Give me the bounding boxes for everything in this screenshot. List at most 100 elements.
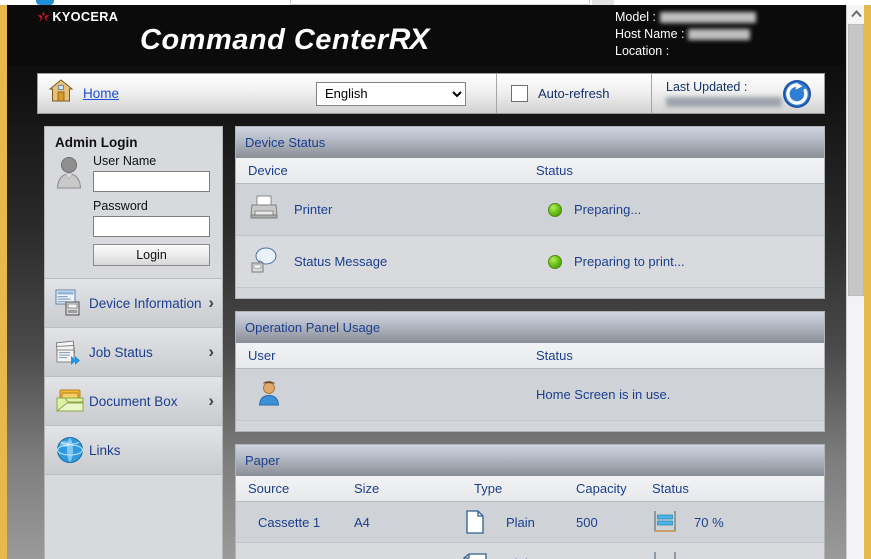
scrollbar-track[interactable] <box>847 297 864 559</box>
admin-login-fields: User Name Password Login <box>89 154 212 266</box>
home-nav-cell[interactable]: Home <box>38 74 316 113</box>
column-header-user: User <box>248 348 276 363</box>
sidebar-item-label: Links <box>89 442 121 458</box>
login-button[interactable]: Login <box>93 244 210 266</box>
status-led <box>536 254 574 269</box>
kyocera-logo-mark-icon <box>37 10 50 24</box>
device-metadata: Model : Host Name : Location : <box>615 9 756 60</box>
device-status-cell-name: Status Message <box>236 244 536 279</box>
page-background: KYOCERA Command Center RX Model : Host N… <box>7 5 864 559</box>
scrollbar-thumb[interactable] <box>848 24 864 296</box>
paper-size-label: A4-R <box>354 556 444 559</box>
scrollbar-up-arrow[interactable] <box>847 5 864 23</box>
sidebar-item-links[interactable]: Links <box>45 426 222 475</box>
username-label: User Name <box>93 154 157 168</box>
device-model-row: Model : <box>615 9 756 26</box>
paper-portrait-icon <box>444 510 506 534</box>
product-title-main: Command Center <box>140 24 389 56</box>
links-globe-icon <box>55 435 85 465</box>
user-avatar-icon <box>55 154 83 266</box>
device-status-column-headers: Device Status <box>236 158 824 184</box>
admin-login-panel: Admin Login User Name Password Login <box>45 127 222 276</box>
kyocera-logo-wordmark: KYOCERA <box>52 10 119 24</box>
home-icon <box>48 78 74 109</box>
vertical-scrollbar[interactable] <box>846 5 864 559</box>
column-header-capacity: Capacity <box>576 481 627 496</box>
admin-login-body: User Name Password Login <box>55 154 212 266</box>
paper-type-label: Plain <box>506 514 535 530</box>
chevron-right-icon: › <box>208 293 214 312</box>
last-updated-cell: Last Updated : <box>651 74 824 113</box>
device-hostname-label: Host Name : <box>615 27 685 41</box>
last-updated-stack: Last Updated : <box>666 80 782 107</box>
username-input[interactable] <box>93 171 210 192</box>
password-label: Password <box>93 199 148 213</box>
auto-refresh-cell[interactable]: Auto-refresh <box>496 74 651 113</box>
paper-column-headers: Source Size Type Capacity Status <box>236 476 824 502</box>
column-header-type: Type <box>474 481 503 496</box>
sidebar-empty-area <box>45 475 222 559</box>
paper-level-30-icon <box>646 550 694 559</box>
table-row[interactable]: Printer Preparing... <box>236 184 824 236</box>
column-header-size: Size <box>354 481 380 496</box>
operation-panel-status-text: Home Screen is in use. <box>536 387 671 402</box>
language-select[interactable]: English <box>316 81 466 106</box>
paper-landscape-icon <box>444 553 506 559</box>
home-link[interactable]: Home <box>83 86 119 101</box>
app-banner: KYOCERA Command Center RX Model : Host N… <box>7 5 846 65</box>
sidebar-item-label: Job Status <box>89 344 153 360</box>
column-header-device: Device <box>248 163 288 178</box>
paper-panel-title: Paper <box>236 445 824 476</box>
panel-footer <box>236 288 824 298</box>
device-model-value-redacted <box>660 12 756 23</box>
paper-type-label: Plain <box>506 556 576 559</box>
refresh-icon[interactable] <box>782 79 812 109</box>
document-box-icon <box>55 386 85 416</box>
device-status-cell-name: Printer <box>236 192 536 227</box>
column-header-status: Status <box>536 163 573 178</box>
status-message-icon <box>248 244 280 279</box>
kyocera-logo: KYOCERA <box>37 10 118 24</box>
auto-refresh-checkbox[interactable] <box>511 85 528 102</box>
paper-source-label: Cassette 1 <box>258 514 321 530</box>
paper-level-70-icon <box>646 509 694 535</box>
password-input[interactable] <box>93 216 210 237</box>
sidebar-item-device-information[interactable]: Device Information › <box>45 279 222 328</box>
device-information-icon <box>55 288 85 318</box>
operation-panel-user-cell <box>236 380 536 409</box>
operation-panel-usage-panel: Operation Panel Usage User Status Home S… <box>235 311 825 432</box>
last-updated-value-redacted <box>666 97 782 107</box>
table-row[interactable]: Home Screen is in use. <box>236 369 824 421</box>
chevron-right-icon: › <box>208 342 214 361</box>
paper-capacity-label: 500 <box>576 556 646 559</box>
table-row[interactable]: Status Message Preparing to print... <box>236 236 824 288</box>
device-status-text: Preparing... <box>574 202 642 217</box>
sidebar-item-document-box[interactable]: Document Box › <box>45 377 222 426</box>
sidebar-item-job-status[interactable]: Job Status › <box>45 328 222 377</box>
chevron-up-icon <box>850 10 862 18</box>
language-cell: English <box>316 74 496 113</box>
device-name-label: Status Message <box>294 254 388 269</box>
page-frame: KYOCERA Command Center RX Model : Host N… <box>0 5 871 559</box>
main-content: Device Status Device Status Printer Prep… <box>235 126 825 559</box>
paper-size-label: A4 <box>354 514 370 530</box>
paper-panel: Paper Source Size Type Capacity Status C… <box>235 444 825 559</box>
printer-icon <box>248 192 280 227</box>
device-model-label: Model : <box>615 10 656 24</box>
product-title: Command Center RX <box>140 23 430 57</box>
top-toolbar: Home English Auto-refresh Last Updated : <box>37 73 825 114</box>
product-title-rx: RX <box>388 23 430 56</box>
device-location-label: Location : <box>615 44 670 58</box>
device-status-text: Preparing to print... <box>574 254 685 269</box>
paper-status-label: 70 % <box>694 514 724 530</box>
table-row[interactable]: Cassette 1 A4 Plain 500 70 % <box>236 502 824 543</box>
column-header-source: Source <box>248 481 290 496</box>
device-name-label: Printer <box>294 202 333 217</box>
column-header-status: Status <box>652 481 689 496</box>
operation-panel-column-headers: User Status <box>236 343 824 369</box>
paper-capacity-label: 500 <box>576 514 598 530</box>
device-location-row: Location : <box>615 43 756 60</box>
status-led <box>536 202 574 217</box>
device-hostname-value-redacted <box>688 29 751 40</box>
table-row[interactable]: Cassette 2 A4-R Plain 500 <box>236 543 824 559</box>
